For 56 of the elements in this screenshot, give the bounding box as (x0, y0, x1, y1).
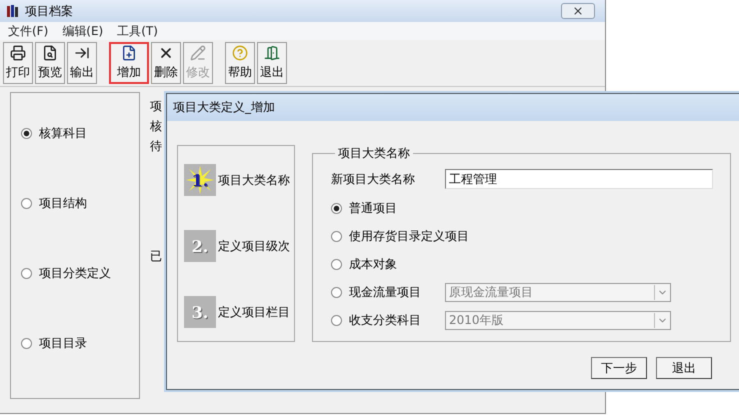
step-number: 3. (192, 302, 208, 322)
toolbar-button[interactable]: 增加 (109, 42, 149, 84)
delete-icon (158, 45, 174, 61)
radio-button[interactable] (21, 338, 32, 348)
dialog-title: 项目大类定义_增加 (167, 94, 739, 121)
radio-button[interactable] (331, 203, 342, 214)
partial-label: 待 (150, 138, 162, 155)
field-label: 新项目大类名称 (331, 170, 416, 188)
add-document-icon (121, 45, 137, 61)
radio-button[interactable] (331, 231, 342, 242)
radio-label: 现金流量项目 (349, 284, 421, 301)
step-label: 定义项目栏目 (218, 304, 290, 320)
close-icon (572, 5, 584, 17)
step-number: 2. (192, 236, 208, 256)
menu-item[interactable]: 工具(T) (117, 22, 158, 40)
window-title: 项目档案 (25, 2, 74, 20)
toolbar-button[interactable]: 删除 (151, 42, 181, 84)
radio-label: 成本对象 (349, 256, 397, 273)
toolbar-button[interactable]: 预览 (35, 42, 65, 84)
printer-icon (10, 45, 26, 61)
radio-label: 普通项目 (349, 200, 397, 217)
step-label: 项目大类名称 (218, 172, 290, 188)
radio-label: 核算科目 (39, 124, 87, 142)
name-input-field[interactable]: 工程管理 (445, 169, 713, 189)
toolbar-button[interactable]: 输出 (67, 42, 97, 84)
partial-label: 项 (150, 98, 162, 115)
step-label: 定义项目级次 (218, 238, 290, 254)
dialog-button[interactable]: 下一步 (591, 357, 647, 379)
toolbar-button[interactable]: 帮助 (225, 42, 255, 84)
radio-button[interactable] (331, 259, 342, 270)
radio-label: 收支分类科目 (349, 312, 421, 329)
radio-label: 项目分类定义 (39, 264, 111, 282)
partial-label: 已 (150, 248, 162, 265)
pencil-icon (190, 45, 206, 61)
document-search-icon (42, 45, 58, 61)
radio-label: 项目目录 (39, 334, 87, 352)
toolbar-button[interactable]: 退出 (257, 42, 287, 84)
radio-label: 使用存货目录定义项目 (349, 228, 469, 245)
radio-label: 项目结构 (39, 194, 87, 212)
radio-button[interactable] (331, 315, 342, 326)
dialog-button[interactable]: 退出 (656, 357, 712, 379)
radio-button[interactable] (331, 287, 342, 298)
radio-button[interactable] (21, 268, 32, 278)
menu-item[interactable]: 编辑(E) (62, 22, 104, 40)
radio-button[interactable] (21, 198, 32, 208)
books-icon (6, 4, 20, 18)
close-button[interactable] (561, 3, 595, 19)
step-number: 1. (192, 170, 208, 190)
help-icon (232, 45, 248, 61)
export-icon (74, 45, 90, 61)
menu-item[interactable]: 文件(F) (8, 22, 48, 40)
door-icon (264, 45, 280, 61)
radio-button[interactable] (21, 128, 32, 138)
toolbar-button[interactable]: 打印 (3, 42, 33, 84)
partial-label: 核 (150, 118, 162, 135)
group-title: 项目大类名称 (337, 145, 411, 162)
